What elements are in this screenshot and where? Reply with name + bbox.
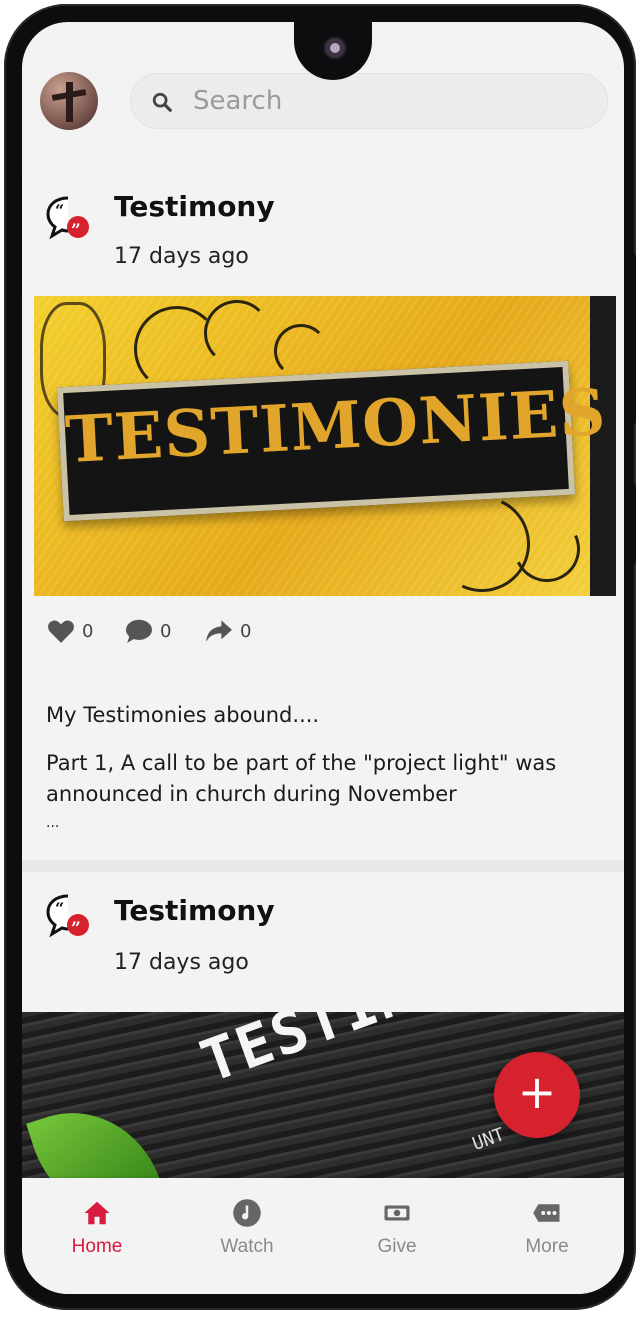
post-title[interactable]: Testimony (114, 894, 275, 927)
phone-frame: Search “ ” Testimony 17 days ago TESTIMO… (4, 4, 636, 1310)
nav-watch-label: Watch (220, 1236, 274, 1257)
volume-button (630, 254, 636, 424)
nav-home-label: Home (71, 1236, 123, 1257)
nav-give[interactable]: Give (322, 1178, 472, 1294)
cash-icon (384, 1205, 410, 1221)
bottom-navigation: Home Watch Give More (22, 1178, 624, 1294)
testimony-quote-icon: “ ” (46, 196, 89, 241)
music-disc-icon (233, 1199, 261, 1227)
leaf-graphic (26, 1089, 168, 1182)
share-count: 0 (240, 620, 252, 642)
comment-count: 0 (160, 620, 172, 642)
post-timestamp: 17 days ago (114, 950, 249, 975)
post-headline: My Testimonies abound.... (46, 703, 320, 727)
read-more-ellipsis[interactable]: ... (46, 808, 59, 839)
post-excerpt: Part 1, A call to be part of the "projec… (46, 751, 557, 806)
post-header[interactable]: “ ” Testimony 17 days ago (22, 178, 624, 296)
post-body: 0 0 0 My Testimonies abound.... Part 1, … (22, 596, 624, 876)
nav-more-label: More (525, 1236, 569, 1257)
swirl-ornament (274, 324, 328, 378)
banner-plaque: TESTIMONIES (56, 360, 609, 522)
add-post-button[interactable]: + (494, 1052, 580, 1138)
home-icon (84, 1201, 110, 1225)
search-input[interactable]: Search (193, 86, 282, 116)
nav-watch[interactable]: Watch (172, 1178, 322, 1294)
search-icon (152, 92, 172, 112)
front-camera (323, 36, 347, 60)
banner-title: TESTIMONY (192, 1012, 527, 1096)
svg-text:“: “ (55, 201, 64, 220)
like-count: 0 (82, 620, 94, 642)
post-timestamp: 17 days ago (114, 244, 249, 269)
power-button (630, 484, 636, 564)
svg-text:”: ” (71, 919, 81, 939)
profile-avatar[interactable] (40, 72, 98, 130)
swirl-ornament (204, 300, 270, 366)
comment-icon (126, 619, 152, 643)
post-header[interactable]: “ ” Testimony 17 days ago (22, 874, 624, 1012)
svg-text:“: “ (55, 899, 64, 918)
post-divider (22, 860, 624, 872)
post-image[interactable]: TESTIMONIES (34, 296, 616, 596)
share-arrow-icon (206, 620, 232, 642)
search-bar[interactable]: Search (130, 73, 608, 129)
like-button[interactable]: 0 (46, 618, 93, 644)
nav-home[interactable]: Home (22, 1178, 172, 1294)
comment-button[interactable]: 0 (124, 618, 171, 644)
post-title[interactable]: Testimony (114, 190, 275, 223)
plus-icon: + (517, 1065, 557, 1119)
share-button[interactable]: 0 (204, 618, 251, 644)
more-icon (533, 1204, 560, 1222)
nav-more[interactable]: More (472, 1178, 622, 1294)
cross-icon (66, 82, 73, 122)
nav-give-label: Give (377, 1236, 417, 1257)
banner-title: TESTIMONIES (63, 374, 609, 479)
svg-text:”: ” (71, 221, 81, 241)
testimony-quote-icon: “ ” (46, 894, 89, 939)
app-screen: Search “ ” Testimony 17 days ago TESTIMO… (22, 22, 624, 1294)
heart-icon (48, 620, 74, 643)
